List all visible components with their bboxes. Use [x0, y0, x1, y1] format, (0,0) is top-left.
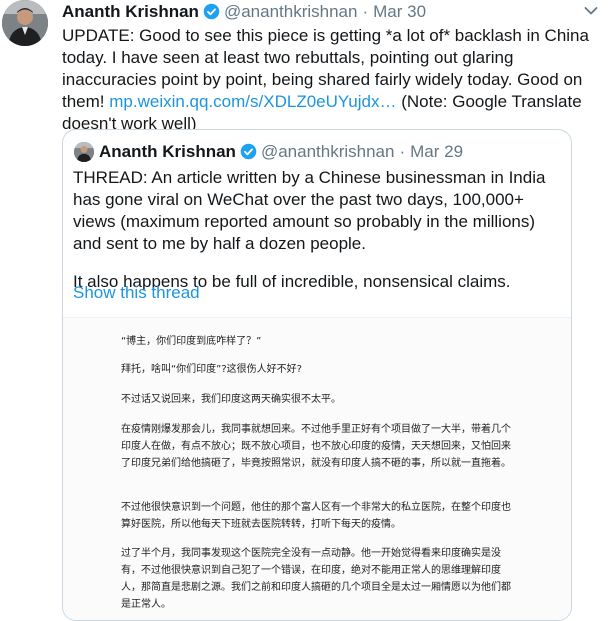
quoted-author-name[interactable]: Ananth Krishnan [99, 142, 236, 161]
avatar-photo [2, 0, 48, 46]
article-paragraph: 不过他很快意识到一个问题，他住的那个富人区有一个非常大的私立医院，在整个印度也算… [121, 502, 511, 530]
quoted-tweet[interactable]: Ananth Krishnan @ananthkrishnan · Mar 29 TH… [62, 129, 572, 621]
tweet-header: Ananth Krishnan @ananthkrishnan · Mar 30 [62, 2, 426, 22]
article-paragraph: “博主，你们印度到底咋样了？” [121, 336, 262, 347]
author-name[interactable]: Ananth Krishnan [62, 2, 199, 21]
chevron-down-icon[interactable] [584, 6, 598, 16]
article-paragraph: 在疫情刚爆发那会儿，我同事就想回来。不过他手里正好有个项目做了一大半，带着几个印… [121, 424, 511, 469]
tweet-link[interactable]: mp.weixin.qq.com/s/XDLZ0eUYujdx… [109, 92, 396, 111]
show-thread-link[interactable]: Show this thread [73, 283, 200, 303]
tweet-date[interactable]: Mar 30 [373, 2, 426, 21]
article-screenshot[interactable]: “博主，你们印度到底咋样了？” 拜托，啥叫“你们印度”?这很伤人好不好? 不过话… [63, 317, 571, 620]
author-handle[interactable]: @ananthkrishnan [224, 2, 358, 21]
quoted-verified-badge-icon [240, 143, 257, 160]
tweet-text: UPDATE: Good to see this piece is gettin… [62, 25, 602, 135]
quoted-avatar[interactable] [74, 142, 94, 162]
avatar[interactable] [2, 0, 48, 46]
quoted-date[interactable]: Mar 29 [410, 142, 463, 161]
quoted-header: Ananth Krishnan @ananthkrishnan · Mar 29 [99, 141, 463, 163]
article-paragraph: 过了半个月，我同事发现这个医院完全没有一点动静。他一开始觉得看来印度确实是没有，… [121, 548, 511, 610]
header-separator: · [362, 2, 369, 21]
quoted-paragraph-1: THREAD: An article written by a Chinese … [73, 168, 546, 253]
article-paragraph: 拜托，啥叫“你们印度”?这很伤人好不好? [121, 364, 302, 375]
verified-badge-icon [203, 3, 220, 20]
quoted-avatar-photo [74, 142, 94, 162]
article-paragraph: 不过话又说回来，我们印度这两天确实很不太平。 [121, 394, 341, 405]
quoted-separator: · [399, 142, 406, 161]
quoted-author-handle[interactable]: @ananthkrishnan [261, 142, 395, 161]
quoted-text: THREAD: An article written by a Chinese … [73, 167, 563, 293]
tweet[interactable]: Ananth Krishnan @ananthkrishnan · Mar 30 UP… [0, 0, 612, 621]
